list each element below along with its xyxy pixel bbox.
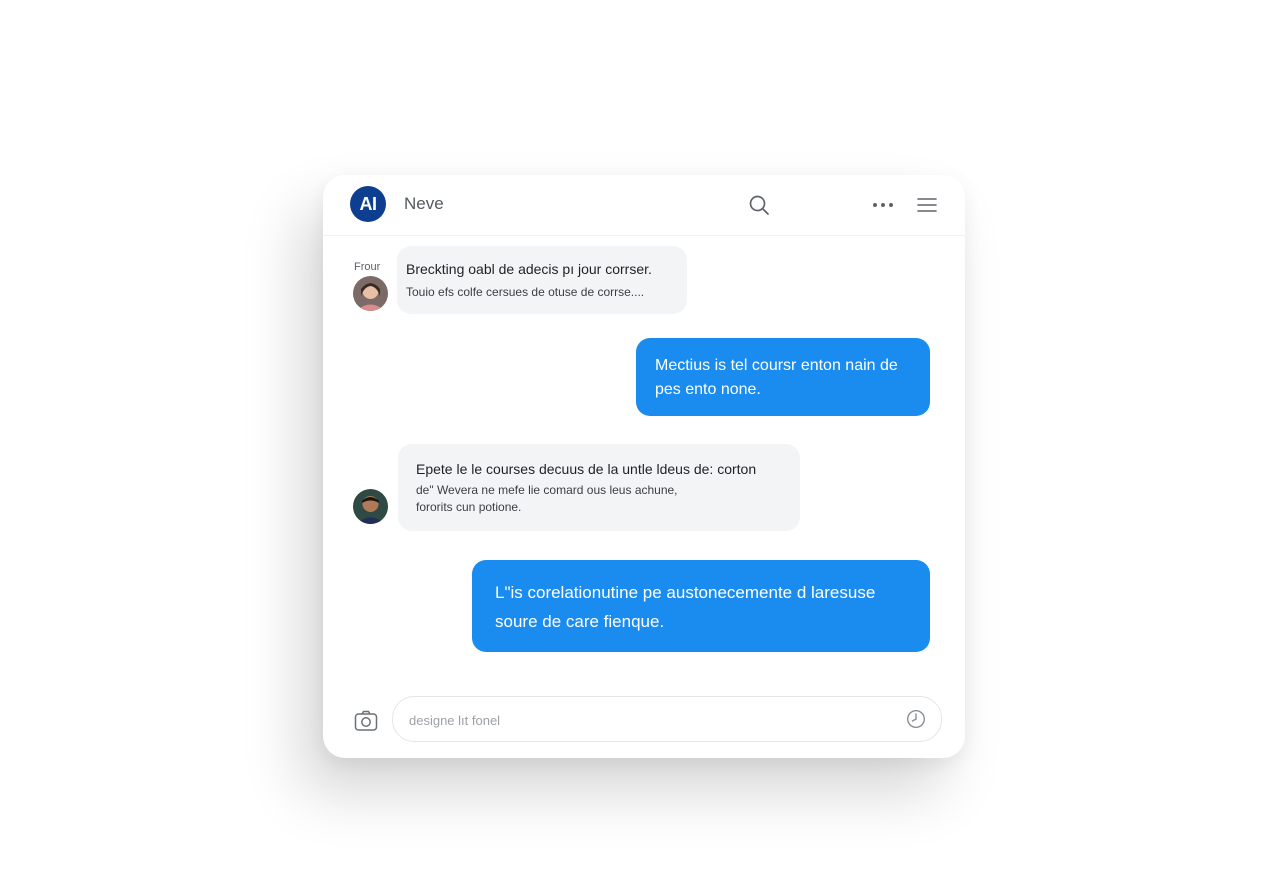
avatar[interactable] <box>353 489 388 524</box>
search-icon <box>749 195 769 215</box>
chat-header: AI Neve <box>323 175 965 236</box>
message-text-line: Mectius is tel coursr enton nain de <box>655 357 898 374</box>
message-text-line: de" Wevera ne mefe lie comard ous leus a… <box>416 483 678 497</box>
message-composer <box>392 696 942 742</box>
more-icon <box>873 203 893 207</box>
timer-button[interactable] <box>905 708 927 730</box>
camera-button[interactable] <box>352 707 380 735</box>
message-bubble-incoming[interactable]: Breckting oabl de adecis pı jour corrser… <box>397 246 687 314</box>
message-text-line: fororits cun potione. <box>416 500 522 514</box>
avatar[interactable] <box>353 276 388 311</box>
avatar-image <box>353 276 388 311</box>
message-text-line: pes ento none. <box>655 381 761 398</box>
message-text-line: Breckting oabl de adecis pı jour corrser… <box>406 261 652 277</box>
search-button[interactable] <box>746 192 772 218</box>
clock-icon <box>906 709 926 729</box>
chat-title: Neve <box>404 194 444 213</box>
message-text-line: Epete le le courses decuus de la untle l… <box>416 461 757 477</box>
menu-button[interactable] <box>914 192 940 218</box>
message-text-line: soure de care fienque. <box>495 612 665 631</box>
message-text-line: L"is corelationutine pe austonecemente d… <box>495 583 876 602</box>
message-bubble-outgoing[interactable]: L"is corelationutine pe austonecemente d… <box>472 560 930 652</box>
menu-icon <box>917 198 937 212</box>
camera-icon <box>354 710 378 731</box>
message-bubble-outgoing[interactable]: Mectius is tel coursr enton nain de pes … <box>636 338 930 416</box>
message-text-line: Touio efs colfe cersues de otuse de corr… <box>406 285 645 299</box>
avatar-image <box>353 489 388 524</box>
chat-window: AI Neve Frour Breckting oabl de adecis p… <box>323 175 965 758</box>
more-options-button[interactable] <box>870 192 896 218</box>
message-sender-name: Frour <box>354 261 381 273</box>
message-input[interactable] <box>407 708 891 732</box>
message-bubble-incoming[interactable]: Epete le le courses decuus de la untle l… <box>398 444 800 531</box>
app-logo[interactable]: AI <box>350 186 386 222</box>
